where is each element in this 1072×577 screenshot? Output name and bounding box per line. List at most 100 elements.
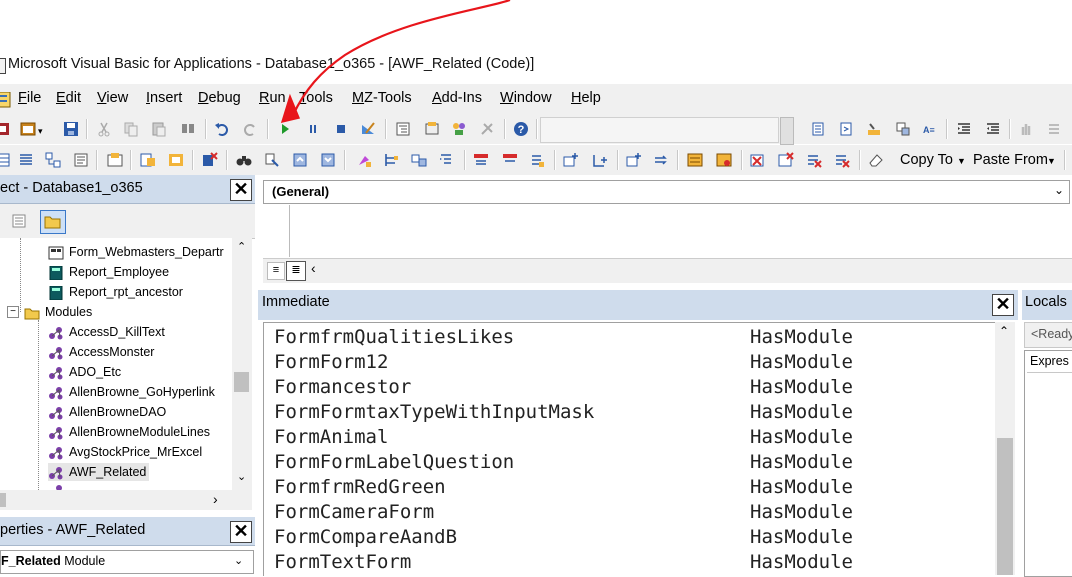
statistics-icon[interactable] — [687, 152, 703, 168]
replace-icon[interactable] — [264, 152, 280, 168]
access-view-icon[interactable] — [0, 121, 12, 137]
procedure-view-button[interactable]: ≡ — [267, 262, 285, 280]
add-line-numbers-icon[interactable] — [529, 152, 545, 168]
scroll-up-icon[interactable]: ⌃ — [999, 324, 1009, 338]
menu-tools[interactable]: Tools — [299, 90, 333, 106]
scroll-thumb[interactable] — [997, 438, 1013, 575]
method-callers-icon[interactable] — [411, 152, 427, 168]
project-explorer-icon[interactable] — [395, 121, 411, 137]
project-tree-hscroll[interactable]: › — [0, 490, 252, 510]
view-object-icon[interactable] — [11, 213, 27, 229]
immediate-vscroll[interactable]: ⌃ — [995, 322, 1015, 575]
tree-item-module[interactable]: AllenBrowneModuleLines — [48, 423, 210, 441]
remove-header-icon[interactable] — [750, 152, 766, 168]
collapse-modules-toggle[interactable]: − — [7, 306, 19, 318]
list-view-icon[interactable] — [18, 152, 34, 168]
menu-debug[interactable]: Debug — [198, 90, 241, 106]
redo-icon[interactable] — [242, 121, 258, 137]
list-properties-icon[interactable] — [810, 121, 826, 137]
grid-view-icon[interactable] — [0, 152, 14, 168]
menu-help[interactable]: Help — [571, 90, 601, 106]
tree-item-module[interactable]: AllenBrowne_GoHyperlink — [48, 383, 215, 401]
scroll-right-icon[interactable]: › — [213, 491, 218, 507]
indent-icon[interactable] — [956, 121, 972, 137]
scroll-thumb[interactable] — [234, 372, 249, 392]
remove-procedure-icon[interactable] — [834, 152, 850, 168]
find-icon[interactable] — [180, 121, 196, 137]
menu-window[interactable]: Window — [500, 90, 552, 106]
scroll-thumb[interactable] — [0, 493, 6, 507]
insert-code-icon[interactable] — [626, 152, 642, 168]
paste-from-dropdown-icon[interactable]: ▼ — [1047, 156, 1056, 166]
tree-item-module[interactable]: AccessMonster — [48, 343, 154, 361]
options-icon[interactable] — [107, 152, 123, 168]
chevron-down-icon[interactable]: ⌄ — [234, 554, 243, 567]
highlight-icon[interactable] — [356, 152, 372, 168]
close-properties-button[interactable]: ✕ — [230, 521, 252, 543]
properties-object-combo[interactable]: F_Related Module ⌄ — [0, 550, 254, 574]
undo-icon[interactable] — [214, 121, 230, 137]
tree-item-module-selected[interactable]: AWF_Related — [48, 463, 150, 481]
review-source-icon[interactable] — [716, 152, 732, 168]
help-icon[interactable]: ? — [513, 121, 529, 137]
eraser-icon[interactable] — [868, 152, 884, 168]
cut-icon[interactable] — [96, 121, 112, 137]
immediate-output[interactable]: FormfrmQualitiesLikes HasModule FormForm1… — [263, 322, 996, 576]
object-browser-icon[interactable] — [451, 121, 467, 137]
menu-file[interactable]: File — [18, 90, 41, 106]
close-immediate-button[interactable]: ✕ — [992, 294, 1014, 316]
menu-edit[interactable]: Edit — [56, 90, 81, 106]
insert-userform-icon[interactable] — [20, 121, 36, 137]
project-tree-vscroll[interactable]: ⌃ ⌄ — [232, 238, 252, 490]
parameter-info-icon[interactable] — [895, 121, 911, 137]
tree-item-module[interactable]: AccessD_KillText — [48, 323, 165, 341]
code-import-icon[interactable] — [320, 152, 336, 168]
paste-from-button[interactable]: Paste From — [973, 152, 1048, 168]
code-object-combo[interactable]: (General) ⌄ — [263, 180, 1070, 204]
add-procedure-header-icon[interactable] — [592, 152, 608, 168]
copy-to-button[interactable]: Copy To — [900, 152, 953, 168]
toggle-breakpoint-icon[interactable] — [1018, 121, 1034, 137]
full-module-view-button[interactable]: ≣ — [286, 261, 306, 281]
menu-view[interactable]: View — [97, 90, 128, 106]
tree-item-report-rpt-ancestor[interactable]: Report_rpt_ancestor — [48, 283, 183, 301]
menu-mz-tools[interactable]: MZ-Tools — [352, 90, 412, 106]
locals-grid[interactable] — [1024, 350, 1072, 577]
copy-icon[interactable] — [123, 121, 139, 137]
insert-procedure-icon[interactable] — [140, 152, 156, 168]
tree-item-module[interactable]: ADO_Etc — [48, 363, 121, 381]
copy-to-dropdown-icon[interactable]: ▼ — [957, 156, 966, 166]
remove-line-numbers-icon[interactable] — [806, 152, 822, 168]
menu-insert[interactable]: Insert — [146, 90, 182, 106]
toolbar-overflow-button[interactable] — [780, 117, 794, 145]
tree-item-modules-folder[interactable]: Modules — [24, 303, 92, 321]
scroll-down-icon[interactable]: ⌄ — [237, 470, 246, 483]
locals-column-header[interactable]: Expres — [1027, 352, 1072, 373]
code-elements-icon[interactable] — [438, 152, 454, 168]
menu-add-ins[interactable]: Add-Ins — [432, 90, 482, 106]
add-error-handler-icon[interactable] — [502, 152, 518, 168]
code-export-icon[interactable] — [292, 152, 308, 168]
properties-window-icon[interactable] — [424, 121, 440, 137]
dropdown-arrow-icon[interactable]: ▾ — [38, 126, 54, 142]
document-view-icon[interactable] — [73, 152, 89, 168]
close-project-explorer-button[interactable]: ✕ — [230, 179, 252, 201]
sort-procedures-icon[interactable] — [653, 152, 669, 168]
add-module-header-icon[interactable] — [563, 152, 579, 168]
break-icon[interactable] — [305, 121, 321, 137]
save-icon[interactable] — [63, 121, 79, 137]
toggle-folders-button[interactable] — [40, 210, 66, 234]
outdent-icon[interactable] — [985, 121, 1001, 137]
run-icon[interactable] — [277, 121, 293, 137]
remove-error-handler-icon[interactable] — [778, 152, 794, 168]
paste-icon[interactable] — [151, 121, 167, 137]
design-mode-icon[interactable] — [360, 121, 376, 137]
tree-item-report-employee[interactable]: Report_Employee — [48, 263, 169, 281]
comment-block-icon[interactable] — [1046, 121, 1062, 137]
tree-item-form-webmasters[interactable]: Form_Webmasters_Departr — [48, 243, 224, 261]
menu-run[interactable]: Run — [259, 90, 286, 106]
complete-word-icon[interactable]: A≡ — [922, 121, 938, 137]
quick-info-icon[interactable] — [866, 121, 882, 137]
favorites-icon[interactable] — [168, 152, 184, 168]
tree-item-module[interactable]: AllenBrowneDAO — [48, 403, 166, 421]
